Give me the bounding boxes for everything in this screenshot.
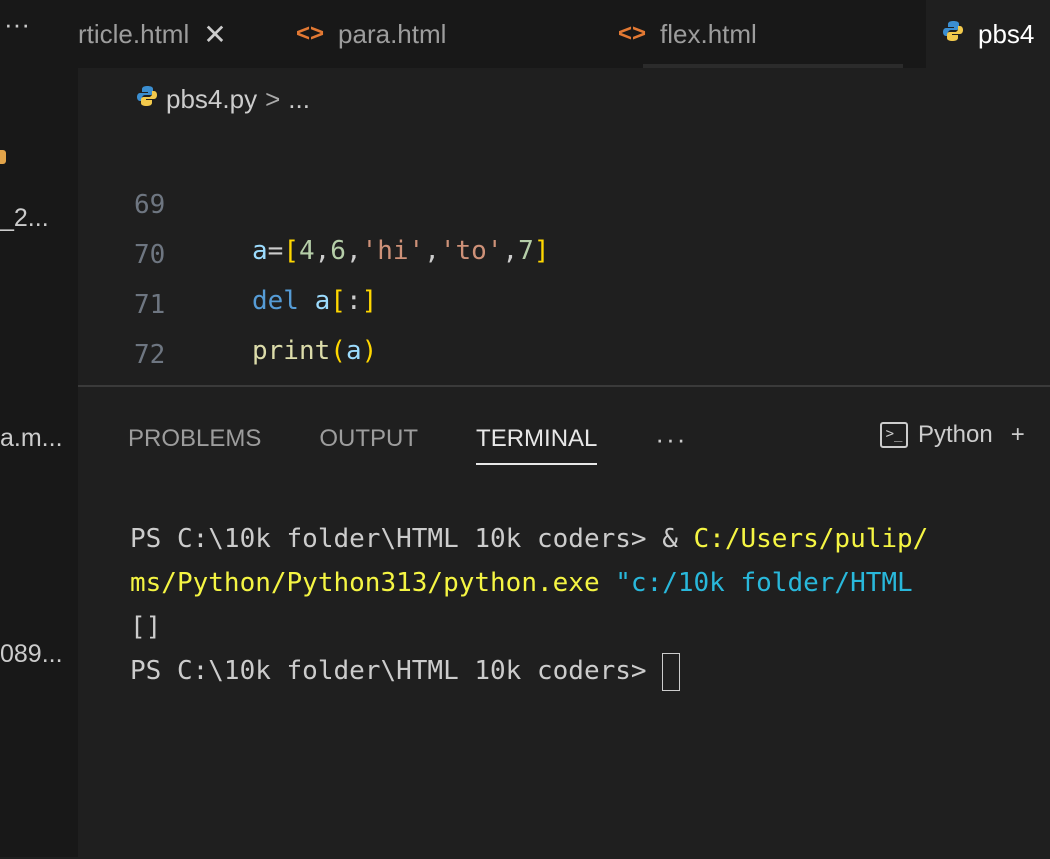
more-icon[interactable]: ··· — [655, 424, 687, 455]
tab-label: para.html — [338, 18, 447, 49]
html-file-icon: <> — [296, 20, 325, 47]
prompt-text: PS C:\10k folder\HTML 10k coders> — [130, 524, 663, 554]
explorer-sidebar: ··· _2... a.m... 089... — [0, 0, 78, 857]
tab-flex-html[interactable]: <> flex.html — [618, 0, 757, 68]
html-file-icon: <> — [618, 20, 647, 47]
terminal-line: [] — [130, 605, 1050, 649]
tab-terminal[interactable]: TERMINAL — [476, 419, 598, 465]
breadcrumb: pbs4.py > ... — [78, 68, 1050, 130]
line-number: 68 — [138, 130, 169, 134]
code-editor[interactable]: 68 69 a=[4,6,'hi','to',7] 70 del a[:] 71… — [78, 130, 1050, 385]
command-path: ms/Python/Python313/python.exe — [130, 568, 616, 598]
breadcrumb-symbols[interactable]: ... — [288, 84, 310, 115]
terminal-cursor — [662, 652, 681, 691]
tab-label: rticle.html — [78, 18, 190, 49]
terminal-line: PS C:\10k folder\HTML 10k coders> & C:/U… — [130, 517, 1050, 561]
code-text: print(a) — [252, 336, 378, 366]
shell-name: Python — [918, 421, 993, 448]
amp-text: & — [662, 524, 694, 554]
line-number: 69 — [134, 190, 166, 220]
bottom-panel: PROBLEMS OUTPUT TERMINAL ··· >_ Python +… — [78, 385, 1050, 859]
add-terminal-icon[interactable]: + — [1011, 421, 1025, 449]
explorer-file-item[interactable]: 089... — [0, 640, 78, 669]
code-line: 69 a=[4,6,'hi','to',7] — [78, 136, 549, 266]
tab-article-html[interactable]: rticle.html ✕ — [78, 0, 227, 68]
code-text: a=[4,6,'hi','to',7] — [252, 236, 550, 266]
terminal-line: ms/Python/Python313/python.exe "c:/10k f… — [130, 561, 1050, 605]
terminal-output[interactable]: PS C:\10k folder\HTML 10k coders> & C:/U… — [130, 517, 1050, 693]
command-arg: "c:/10k folder/HTML — [615, 568, 913, 598]
explorer-file-item[interactable]: _2... — [0, 204, 78, 233]
code-line: 73 — [78, 336, 141, 382]
code-line: 70 del a[:] — [78, 186, 377, 316]
code-line: 71 print(a) — [78, 236, 377, 366]
tab-output[interactable]: OUTPUT — [319, 419, 418, 459]
code-line: 72 — [78, 286, 165, 370]
chevron-right-icon: > — [265, 83, 281, 114]
panel-tabs: PROBLEMS OUTPUT TERMINAL ··· — [128, 419, 687, 465]
modified-marker — [0, 150, 6, 164]
code-text: del a[:] — [252, 286, 378, 316]
tab-label: pbs4 — [978, 18, 1035, 49]
command-path: C:/Users/pulip/ — [693, 524, 929, 554]
line-number: 70 — [134, 240, 166, 270]
tab-para-html[interactable]: <> para.html — [296, 0, 446, 68]
breadcrumb-file[interactable]: pbs4.py — [166, 84, 257, 115]
terminal-line: PS C:\10k folder\HTML 10k coders> — [130, 649, 1050, 693]
editor-tab-bar: rticle.html ✕ <> para.html <> flex.html … — [78, 0, 1050, 68]
close-icon[interactable]: ✕ — [203, 18, 226, 51]
tab-label: flex.html — [660, 18, 757, 49]
prompt-text: PS C:\10k folder\HTML 10k coders> — [130, 656, 663, 686]
line-number: 72 — [134, 340, 166, 370]
terminal-shell-selector[interactable]: >_ Python + — [880, 421, 1025, 449]
explorer-file-item[interactable]: a.m... — [0, 424, 78, 453]
tab-problems[interactable]: PROBLEMS — [128, 419, 261, 459]
terminal-icon: >_ — [880, 422, 908, 448]
python-file-icon — [942, 20, 964, 49]
python-file-icon — [136, 85, 158, 114]
tab-pbs4-py[interactable]: pbs4 — [926, 0, 1050, 68]
line-number: 71 — [134, 290, 166, 320]
more-actions-icon[interactable]: ··· — [4, 11, 30, 37]
program-output: [] — [130, 612, 162, 642]
